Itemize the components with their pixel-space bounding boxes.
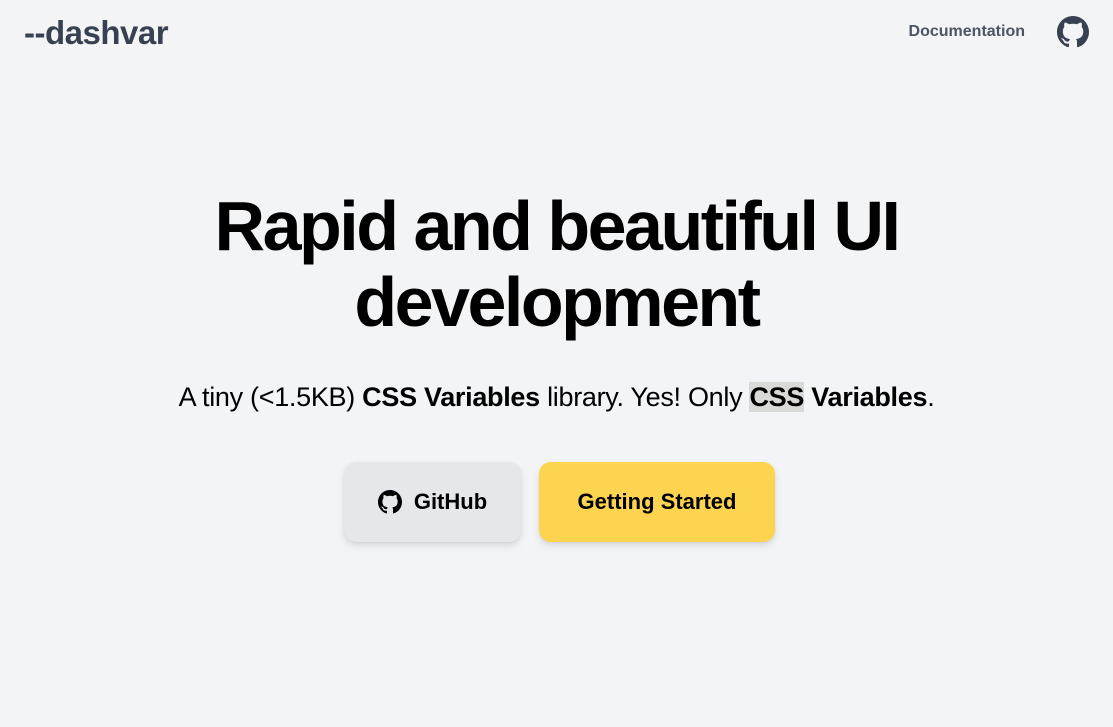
subline-bold-1: CSS Variables [362,382,540,412]
headline-line-2: development [354,263,761,341]
github-icon[interactable] [1057,16,1089,48]
subline-text-2: library. Yes! Only [539,382,750,412]
hero-headline: Rapid and beautiful UI development [0,188,1113,340]
subline-bold-2: Variables [804,382,928,412]
github-icon [377,490,402,514]
top-navigation: --dashvar Documentation [0,0,1113,66]
github-button-label: GitHub [413,489,488,514]
getting-started-button[interactable]: Getting Started [539,462,775,542]
hero-section: Rapid and beautiful UI development A tin… [0,188,1113,414]
hero-actions: GitHub Getting Started [0,462,1113,542]
documentation-link[interactable]: Documentation [909,22,1025,42]
hero-subline: A tiny (<1.5KB) CSS Variables library. Y… [0,380,1113,414]
subline-text-1: A tiny (<1.5KB) [178,382,363,412]
github-button[interactable]: GitHub [344,462,521,542]
headline-line-1: Rapid and beautiful UI [214,187,901,265]
subline-end: . [927,382,935,412]
subline-highlight: CSS [749,382,805,412]
brand-logo[interactable]: --dashvar [24,11,169,55]
getting-started-label: Getting Started [577,489,737,514]
